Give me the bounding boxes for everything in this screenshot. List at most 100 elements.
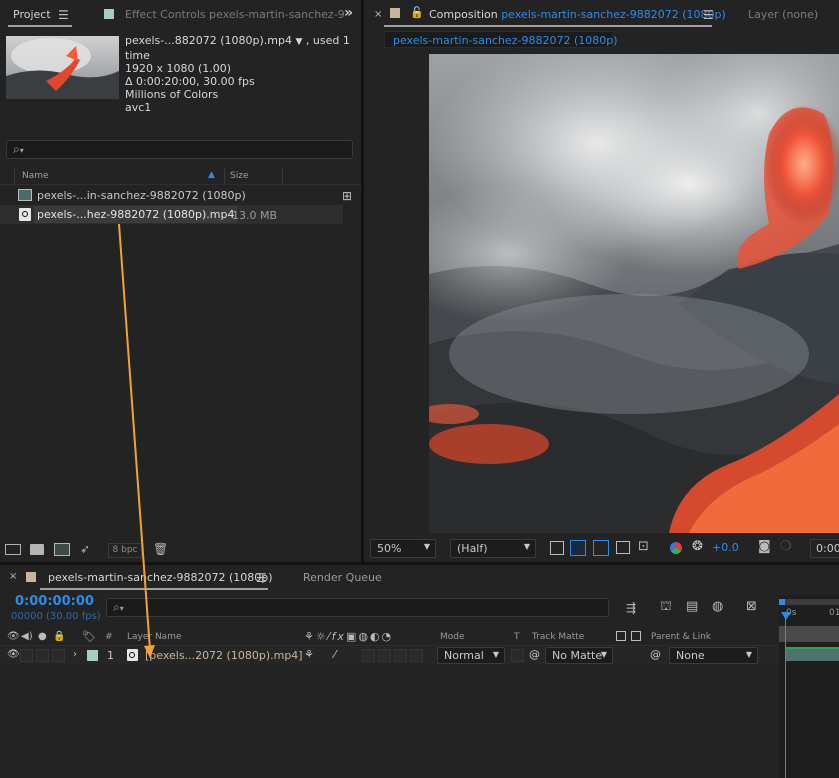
tab-timeline-comp[interactable]: pexels-martin-sanchez-9882072 (1080p) <box>48 571 273 584</box>
fast-previews-icon[interactable] <box>550 541 564 555</box>
project-search-input[interactable]: ⌕▾ <box>6 140 353 159</box>
graph-editor-icon[interactable]: ⊠ <box>746 599 757 614</box>
table-row[interactable]: 👁 › 1 [pexels...2072 (1080p).mp4] ⚘ ⁄ No… <box>0 647 780 665</box>
close-tab-icon[interactable]: × <box>9 571 17 582</box>
motion-blur-toggle[interactable] <box>394 649 407 662</box>
column-number: # <box>105 632 113 642</box>
search-icon: ⌕▾ <box>113 600 124 614</box>
list-item[interactable]: pexels-...in-sanchez-9882072 (1080p) <box>0 186 343 205</box>
lock-column-icon[interactable]: 🔒 <box>53 631 65 642</box>
tab-effect-controls[interactable]: Effect Controls pexels-martin-sanchez-9 <box>125 8 345 21</box>
timeline-search-input[interactable]: ⌕▾ <box>106 598 609 617</box>
chevron-right-icon[interactable]: › <box>73 649 77 660</box>
footage-dropdown-icon[interactable]: ▼ <box>295 37 302 47</box>
project-menu-icon[interactable]: ☰ <box>58 8 69 22</box>
lock-icon[interactable]: 🔓 <box>410 6 424 19</box>
project-column-header: Name ▲ Size <box>0 168 361 185</box>
work-area-start-handle[interactable] <box>779 599 785 605</box>
item-name: pexels-...hez-9882072 (1080p).mp4 <box>34 206 238 223</box>
tab-project[interactable]: Project <box>13 8 51 21</box>
solo-icon[interactable]: ● <box>38 631 47 642</box>
matte-invert-icon <box>631 631 641 641</box>
matte-pickwhip-icon[interactable]: @ <box>529 648 540 661</box>
exposure-reset-icon[interactable]: ❂ <box>692 539 703 554</box>
timecode-display[interactable]: 0:00:00:00 <box>15 594 94 609</box>
new-folder-icon[interactable] <box>30 544 44 555</box>
new-composition-icon[interactable] <box>54 543 70 556</box>
column-size[interactable]: Size <box>230 171 248 181</box>
comp-menu-icon[interactable]: ☰ <box>703 8 714 22</box>
transparency-grid-icon[interactable] <box>570 540 586 556</box>
parent-pickwhip-icon[interactable]: @ <box>650 648 661 661</box>
video-switch-icon[interactable]: 👁 <box>7 631 20 642</box>
mode-select[interactable]: Normal ▼ <box>437 647 505 664</box>
frame-blending-icon[interactable]: ▤ <box>686 599 698 614</box>
panel-divider[interactable] <box>361 0 364 562</box>
layer-name[interactable]: [pexels...2072 (1080p).mp4] <box>145 649 303 662</box>
motion-blur-icon[interactable]: ◍ <box>712 599 723 614</box>
column-parent[interactable]: Parent & Link <box>651 632 711 642</box>
exposure-value[interactable]: +0.0 <box>712 541 739 554</box>
column-layer-name[interactable]: Layer Name <box>127 632 182 642</box>
render-icon[interactable]: ➶ <box>80 542 90 556</box>
viewer-toolbar: 50% ▼ (Half) ▼ ⊡ ❂ +0.0 ◙ ❍ 0:00 <box>364 536 839 562</box>
interpret-footage-icon[interactable] <box>5 544 21 555</box>
track-matte-select[interactable]: No Matte ▼ <box>545 647 613 664</box>
time-ruler-area[interactable]: 0s 01 <box>779 595 839 778</box>
adjustment-toggle[interactable] <box>410 649 423 662</box>
quality-switch-icon[interactable]: ⁄ <box>334 648 336 661</box>
eye-icon[interactable]: 👁 <box>7 649 20 660</box>
footage-thumbnail <box>6 36 119 99</box>
audio-toggle[interactable] <box>20 649 33 662</box>
column-name[interactable]: Name <box>22 171 49 181</box>
playhead-line[interactable] <box>785 613 786 778</box>
column-t: T <box>514 632 520 642</box>
channels-icon[interactable] <box>670 542 682 554</box>
label-tag-icon[interactable]: 🏷 <box>82 630 96 643</box>
resolution-select[interactable]: (Half) ▼ <box>450 539 536 558</box>
trash-icon[interactable]: 🗑 <box>153 542 168 556</box>
tab-composition[interactable]: Composition pexels-martin-sanchez-988207… <box>429 8 726 21</box>
column-mode[interactable]: Mode <box>440 632 465 642</box>
footage-codec: avc1 <box>125 101 152 114</box>
layer-label-color[interactable] <box>87 650 98 661</box>
parent-select[interactable]: None ▼ <box>669 647 758 664</box>
frame-info: 00000 (30.00 fps) <box>11 611 101 622</box>
region-of-interest-icon[interactable] <box>616 541 630 554</box>
column-track-matte[interactable]: Track Matte <box>532 632 584 642</box>
flowchart-icon[interactable]: ⊞ <box>342 189 352 203</box>
bpc-button[interactable]: 8 bpc <box>108 543 142 558</box>
comp-flowchart-icon[interactable]: ⇶ <box>626 601 636 615</box>
collapse-switch-icon[interactable]: ⚘ <box>304 648 314 661</box>
tab-layer[interactable]: Layer (none) <box>748 8 818 21</box>
mask-visibility-icon[interactable] <box>593 540 609 556</box>
panel-divider[interactable] <box>0 562 839 565</box>
comp-navigator-tab[interactable]: pexels-martin-sanchez-9882072 (1080p) <box>384 31 618 48</box>
current-time-field[interactable]: 0:00 <box>810 539 839 558</box>
work-area-bar[interactable] <box>779 599 839 605</box>
layer-duration-bar[interactable] <box>785 647 839 661</box>
audio-switch-icon[interactable]: ◀) <box>21 631 33 642</box>
list-item-selected[interactable]: pexels-...hez-9882072 (1080p).mp4 13.0 M… <box>0 205 343 224</box>
solo-toggle[interactable] <box>36 649 49 662</box>
close-tab-icon[interactable]: × <box>374 9 382 20</box>
zoom-select[interactable]: 50% ▼ <box>370 539 436 558</box>
sort-ascending-icon[interactable]: ▲ <box>208 170 215 180</box>
fx-toggle[interactable] <box>362 649 375 662</box>
composition-viewer[interactable] <box>429 54 839 533</box>
show-snapshot-icon[interactable]: ❍ <box>780 539 792 554</box>
snapshot-icon[interactable]: ◙ <box>758 539 771 554</box>
frame-blend-toggle[interactable] <box>378 649 391 662</box>
timeline-menu-icon[interactable]: ☰ <box>256 571 267 585</box>
shy-layers-icon[interactable]: ⛫ <box>660 599 672 616</box>
playhead-handle-icon[interactable] <box>781 612 791 620</box>
footage-dimensions: 1920 x 1080 (1.00) <box>125 62 232 75</box>
grid-guides-icon[interactable]: ⊡ <box>638 539 649 554</box>
preserve-transparency-toggle[interactable] <box>511 649 524 662</box>
more-tabs-icon[interactable]: » <box>344 5 353 21</box>
ruler-strip <box>779 626 839 642</box>
footage-info: pexels-...882072 (1080p).mp4 ▼ , used 1 … <box>125 34 361 114</box>
tab-render-queue[interactable]: Render Queue <box>303 571 382 584</box>
comp-label-swatch-icon <box>390 8 400 18</box>
lock-toggle[interactable] <box>52 649 65 662</box>
